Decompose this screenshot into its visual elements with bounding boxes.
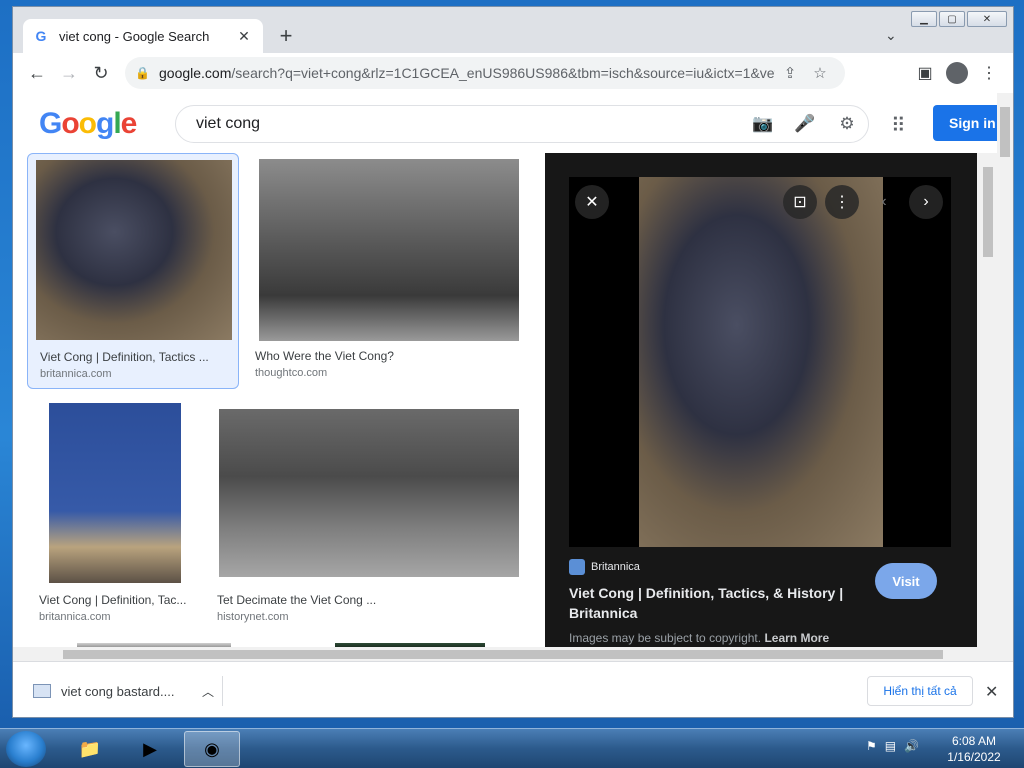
result-title[interactable]: Viet Cong | Definition, Tac... [39,593,186,607]
result-card[interactable]: Viet Cong | Definition, Tactics ... brit… [27,153,239,389]
action-center-icon[interactable]: ⚑ [866,739,877,753]
address-bar[interactable]: 🔒 google.com/search?q=viet+cong&rlz=1C1G… [125,57,845,89]
chrome-window: G viet cong - Google Search ✕ + ⌄ ▁ ▢ ✕ … [12,6,1014,718]
camera-search-icon[interactable]: 📷 [742,114,784,134]
result-thumbnail[interactable] [259,159,519,341]
share-icon[interactable]: ⇪ [775,64,805,82]
google-favicon-icon: G [35,28,47,44]
preview-image[interactable] [639,177,883,547]
window-controls: ▁ ▢ ✕ [911,11,1007,27]
avatar [946,62,968,84]
scrollbar-thumb[interactable] [63,650,943,659]
menu-kebab-icon[interactable]: ⋮ [973,57,1005,89]
lens-search-icon[interactable]: ⊡ [783,185,817,219]
back-icon[interactable]: ← [21,57,53,89]
tab-strip: G viet cong - Google Search ✕ + ⌄ ▁ ▢ ✕ [13,7,1013,53]
google-logo[interactable]: Google [39,107,137,141]
minimize-icon[interactable]: ▁ [911,11,937,27]
result-source[interactable]: britannica.com [39,611,111,623]
maximize-icon[interactable]: ▢ [939,11,965,27]
apps-grid-icon[interactable]: ⠿ [891,113,906,138]
profile-icon[interactable] [941,57,973,89]
search-icon[interactable]: ⚙ [826,114,868,134]
tab-search-chevron-icon[interactable]: ⌄ [885,27,897,44]
page-content: Google viet cong 📷 🎤 ⚙ ⠿ Sign in Viet Co… [13,93,1013,647]
side-panel-icon[interactable]: ▣ [909,57,941,89]
result-title[interactable]: Tet Decimate the Viet Cong ... [217,593,376,607]
chevron-up-icon[interactable]: ︿ [202,683,222,700]
show-all-button[interactable]: Hiển thị tất cả [867,676,973,706]
result-title[interactable]: Who Were the Viet Cong? [255,349,394,363]
forward-icon[interactable]: → [53,57,85,89]
result-source[interactable]: historynet.com [217,611,289,623]
next-arrow-icon[interactable]: › [909,185,943,219]
preview-source[interactable]: Britannica [569,559,640,575]
start-button-icon[interactable] [6,731,46,767]
microphone-icon[interactable]: 🎤 [784,114,826,134]
preview-scrollbar[interactable] [977,153,999,647]
volume-icon[interactable]: 🔊 [904,739,919,753]
search-input[interactable]: viet cong 📷 🎤 ⚙ [175,105,869,143]
result-thumbnail[interactable] [36,160,232,340]
media-player-icon[interactable]: ▶ [122,731,178,767]
preview-source-name: Britannica [591,561,640,573]
download-file-name[interactable]: viet cong bastard.... [61,684,192,699]
tab-close-icon[interactable]: ✕ [235,28,253,45]
system-tray: ⚑ ▤ 🔊 [866,739,919,753]
tab-active[interactable]: G viet cong - Google Search ✕ [23,19,263,53]
download-bar: viet cong bastard.... ︿ Hiển thị tất cả … [13,661,1013,717]
result-thumbnail[interactable] [49,403,181,583]
more-options-icon[interactable]: ⋮ [825,185,859,219]
window-close-icon[interactable]: ✕ [967,11,1007,27]
britannica-logo-icon [569,559,585,575]
result-card[interactable]: Who Were the Viet Cong? thoughtco.com [253,153,523,389]
file-explorer-icon[interactable]: 📁 [62,731,118,767]
chrome-taskbar-icon[interactable]: ◉ [184,731,240,767]
result-thumbnail[interactable] [219,409,519,577]
copyright-notice: Images may be subject to copyright. Lear… [569,631,830,645]
result-source[interactable]: thoughtco.com [255,367,327,379]
result-card[interactable]: Viet Cong | Definition, Tac... britannic… [37,403,207,633]
clock-time: 6:08 AM [951,734,997,748]
result-card[interactable]: Tet Decimate the Viet Cong ... historyne… [217,403,527,633]
scrollbar-thumb[interactable] [1000,107,1010,157]
network-icon[interactable]: ▤ [885,739,896,753]
page-horizontal-scrollbar[interactable] [13,647,1013,661]
image-preview-panel: ✕ ⊡ ⋮ ‹ › Britannica Viet Cong | Definit… [545,153,977,647]
visit-button[interactable]: Visit [875,563,937,599]
tab-title: viet cong - Google Search [59,28,210,44]
browser-toolbar: ← → ↻ 🔒 google.com/search?q=viet+cong&rl… [13,53,1013,93]
preview-title[interactable]: Viet Cong | Definition, Tactics, & Histo… [569,583,859,623]
new-tab-icon[interactable]: + [275,25,297,47]
close-icon[interactable]: ✕ [575,185,609,219]
previous-arrow-icon[interactable]: ‹ [867,185,901,219]
reload-icon[interactable]: ↻ [85,57,117,89]
preview-stage: ✕ ⊡ ⋮ ‹ › [569,177,951,547]
image-file-icon [33,684,51,698]
clock-date: 1/16/2022 [947,750,1001,764]
download-item[interactable]: viet cong bastard.... ︿ [33,676,223,706]
taskbar: 📁 ▶ ◉ ⚑ ▤ 🔊 6:08 AM 1/16/2022 [0,728,1024,768]
url-text: google.com/search?q=viet+cong&rlz=1C1GCE… [159,65,775,81]
lock-icon: 🔒 [135,66,150,80]
clock[interactable]: 6:08 AM 1/16/2022 [942,733,1006,765]
scrollbar-thumb[interactable] [983,167,993,257]
bookmark-star-icon[interactable]: ☆ [805,64,835,82]
learn-more-link[interactable]: Learn More [764,631,829,645]
close-downloads-icon[interactable]: ✕ [985,682,998,702]
image-results: Viet Cong | Definition, Tactics ... brit… [13,153,545,647]
page-vertical-scrollbar[interactable] [997,93,1013,647]
result-source[interactable]: britannica.com [40,368,112,380]
result-title[interactable]: Viet Cong | Definition, Tactics ... [40,350,209,364]
search-query[interactable]: viet cong [196,115,742,133]
